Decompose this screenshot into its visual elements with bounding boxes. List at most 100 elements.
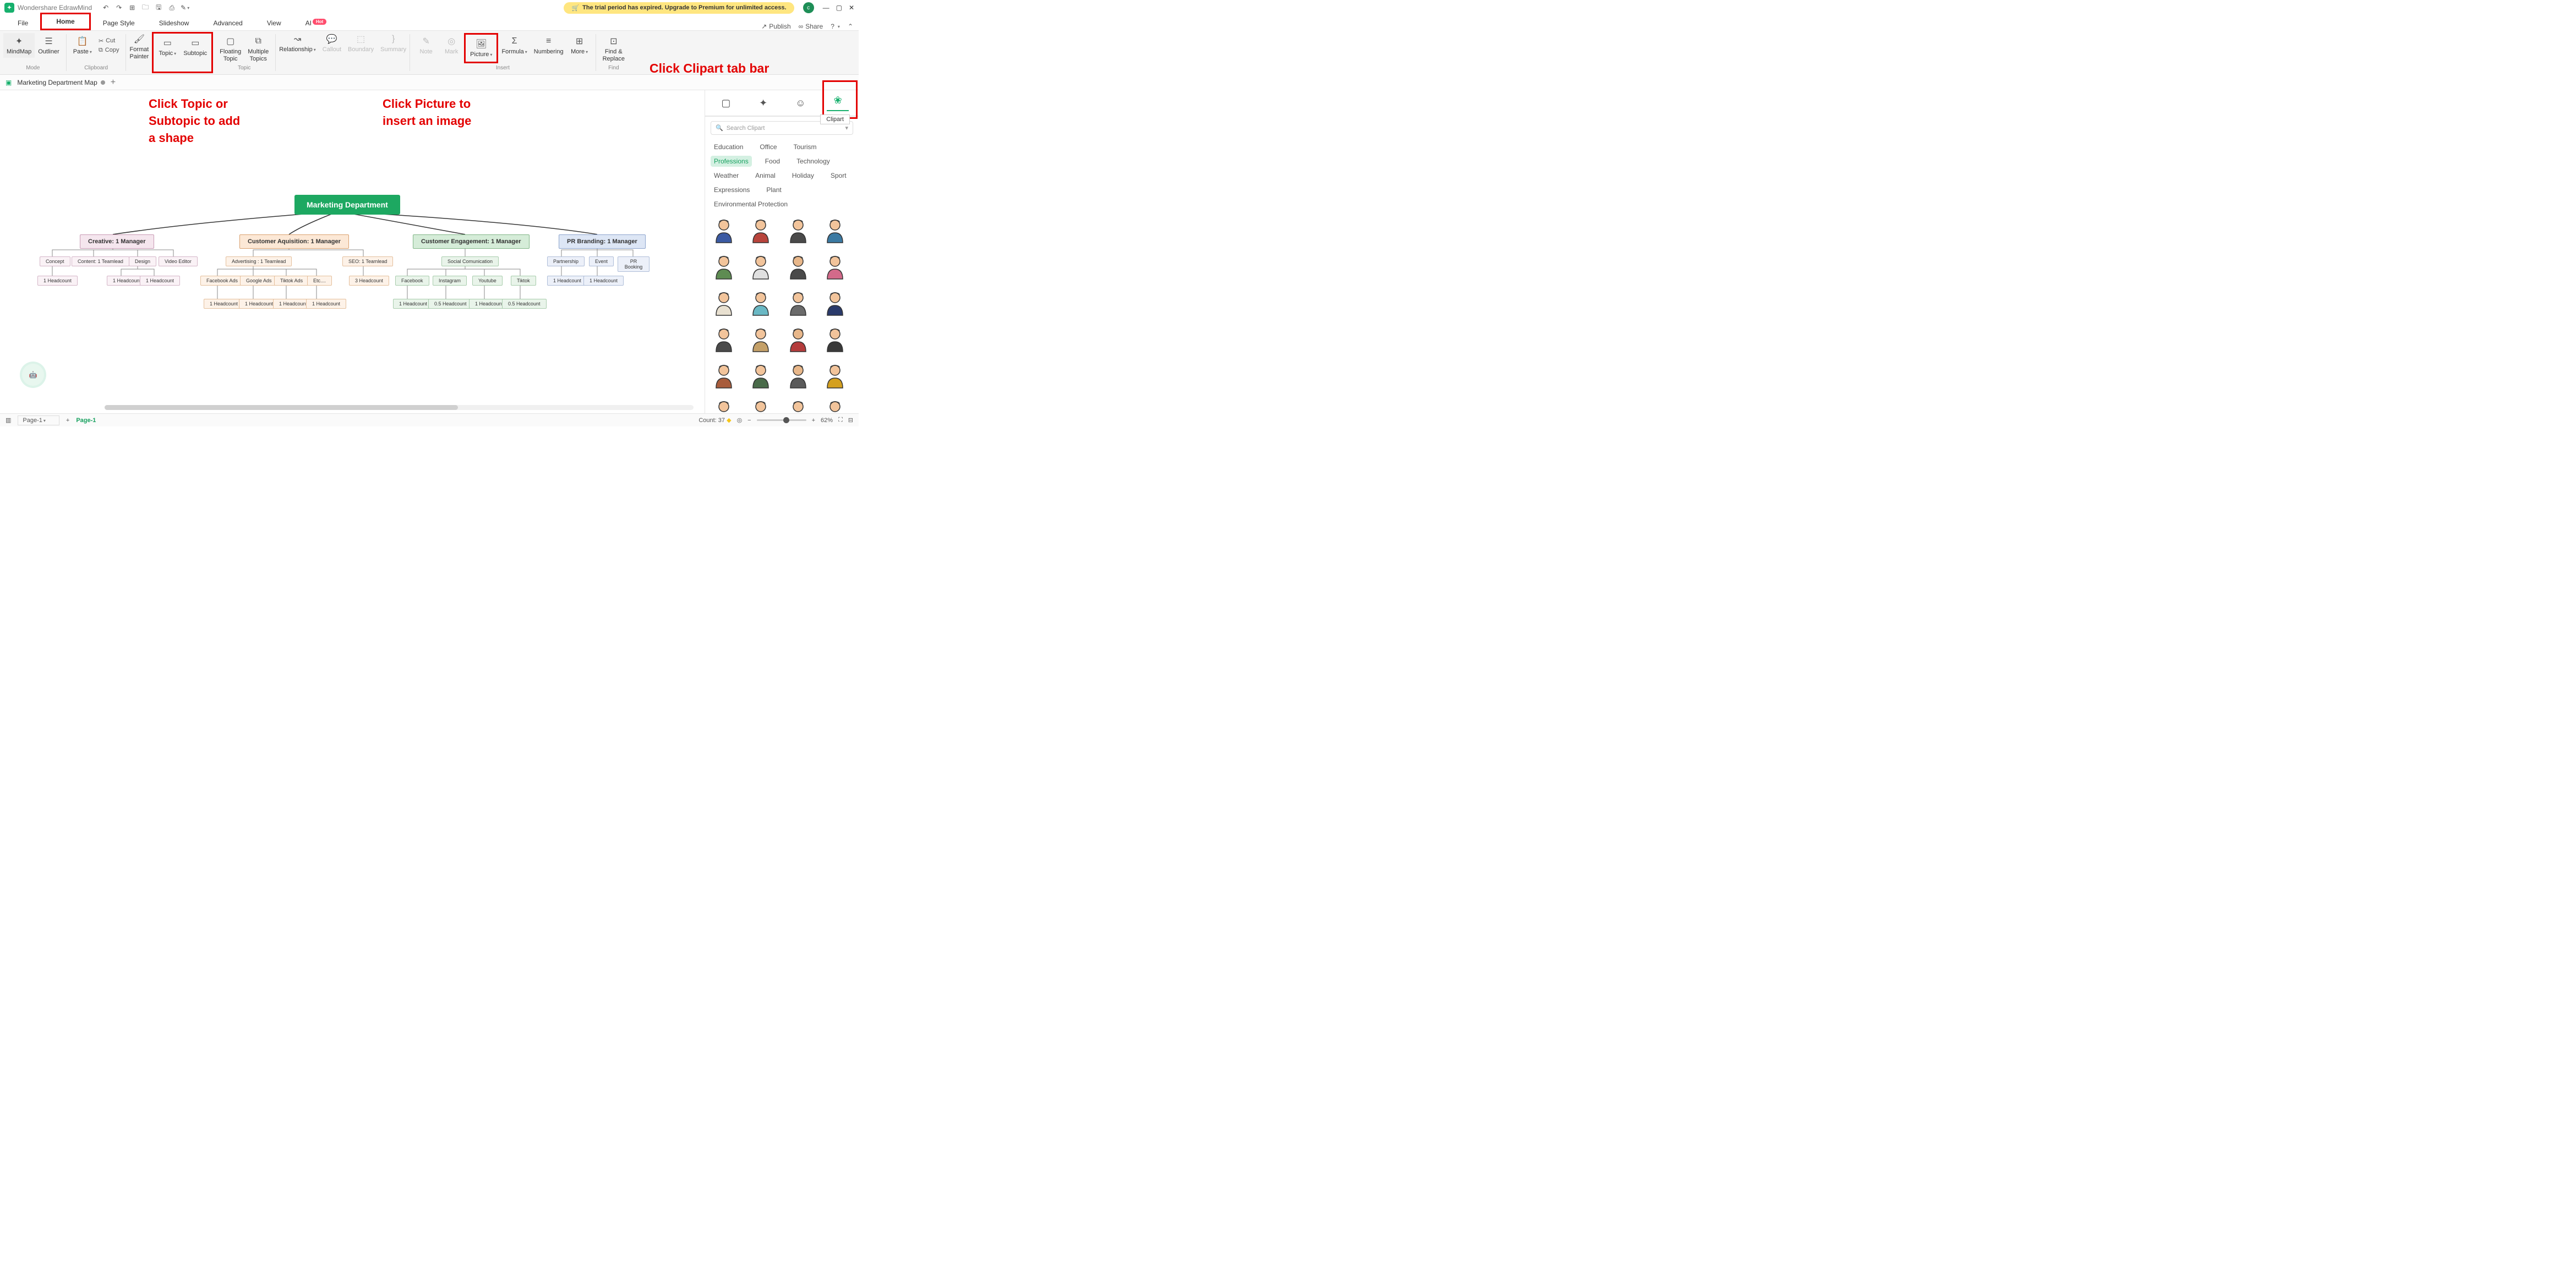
node-seo[interactable]: SEO: 1 Teamlead — [342, 256, 393, 266]
copy-button[interactable]: ⧉Copy — [95, 46, 123, 55]
save-icon[interactable]: 🖫 — [154, 3, 163, 13]
cat-tourism[interactable]: Tourism — [790, 141, 820, 152]
clipart-item[interactable] — [822, 290, 848, 316]
paste-button[interactable]: 📋Paste — [70, 33, 95, 58]
summary-button[interactable]: }Summary — [377, 31, 410, 74]
help-button[interactable]: ? — [831, 23, 840, 30]
page-tab[interactable]: Page-1 — [76, 417, 96, 424]
clipart-item[interactable] — [747, 363, 774, 389]
tab-style[interactable]: ▢ — [715, 95, 737, 111]
node-customer-acquisition[interactable]: Customer Aquisition: 1 Manager — [239, 234, 349, 249]
node-hc-event[interactable]: 1 Headcount — [583, 276, 624, 286]
add-tab-icon[interactable]: + — [111, 78, 116, 87]
clipart-item[interactable] — [785, 254, 811, 280]
recenter-icon[interactable]: ◎ — [737, 417, 743, 424]
zoom-knob[interactable] — [783, 417, 789, 423]
clipart-item[interactable] — [822, 217, 848, 244]
clipart-item[interactable] — [747, 217, 774, 244]
menu-advanced[interactable]: Advanced — [201, 16, 254, 30]
new-icon[interactable]: ⊞ — [127, 3, 137, 13]
root-node[interactable]: Marketing Department — [294, 195, 400, 215]
ai-assistant-button[interactable]: 🤖 — [22, 364, 44, 386]
collapse-ribbon-icon[interactable]: ⌃ — [848, 23, 853, 30]
menu-view[interactable]: View — [255, 16, 293, 30]
clipart-item[interactable] — [785, 290, 811, 316]
collapse-panel-icon[interactable]: ⊟ — [848, 417, 853, 424]
undo-icon[interactable]: ↶ — [101, 3, 111, 13]
node-hc-fb-en[interactable]: 1 Headcount — [393, 299, 433, 309]
formula-button[interactable]: ΣFormula — [498, 33, 530, 63]
node-hc-seo[interactable]: 3 Headcount — [349, 276, 389, 286]
node-hc-etc[interactable]: 1 Headcount — [306, 299, 346, 309]
menu-file[interactable]: File — [6, 16, 40, 30]
cat-weather[interactable]: Weather — [711, 170, 742, 181]
dropdown-icon[interactable]: ▾ — [845, 124, 848, 132]
avatar[interactable]: c — [803, 2, 814, 13]
clipart-item[interactable] — [711, 399, 737, 413]
node-google-ads[interactable]: Google Ads — [240, 276, 278, 286]
tab-theme[interactable]: ✦ — [752, 95, 774, 111]
node-tiktok-ads[interactable]: Tiktok Ads — [274, 276, 309, 286]
cat-professions[interactable]: Professions — [711, 156, 752, 167]
add-page-icon[interactable]: + — [66, 417, 69, 424]
node-hc-design-2[interactable]: 1 Headcount — [140, 276, 180, 286]
clipart-item[interactable] — [711, 217, 737, 244]
cat-env[interactable]: Environmental Protection — [711, 199, 791, 210]
clipart-item[interactable] — [747, 290, 774, 316]
node-hc-fb[interactable]: 1 Headcount — [204, 299, 244, 309]
node-hc-ig[interactable]: 0.5 Headcount — [428, 299, 473, 309]
open-icon[interactable]: 🗀 — [140, 3, 150, 13]
clipart-item[interactable] — [822, 363, 848, 389]
callout-button[interactable]: 💬Callout — [319, 31, 345, 74]
subtopic-button[interactable]: ▭Subtopic — [180, 35, 210, 70]
zoom-in-icon[interactable]: + — [812, 417, 815, 424]
clipart-item[interactable] — [785, 217, 811, 244]
redo-icon[interactable]: ↷ — [114, 3, 124, 13]
clipart-item[interactable] — [785, 363, 811, 389]
node-etc[interactable]: Etc.... — [307, 276, 332, 286]
multiple-topics-button[interactable]: ⧉Multiple Topics — [244, 33, 272, 65]
menu-slideshow[interactable]: Slideshow — [147, 16, 201, 30]
boundary-button[interactable]: ⬚Boundary — [345, 31, 377, 74]
cat-animal[interactable]: Animal — [752, 170, 779, 181]
canvas-scrollbar[interactable] — [105, 405, 694, 410]
mindmap-mode-button[interactable]: ✦MindMap — [3, 33, 35, 58]
node-creative[interactable]: Creative: 1 Manager — [80, 234, 154, 249]
node-design[interactable]: Design — [129, 256, 156, 266]
minimize-icon[interactable]: — — [823, 4, 829, 12]
clipart-item[interactable] — [785, 399, 811, 413]
zoom-slider[interactable] — [757, 419, 806, 421]
cat-technology[interactable]: Technology — [793, 156, 833, 167]
menu-page-style[interactable]: Page Style — [91, 16, 147, 30]
doc-tab[interactable]: Marketing Department Map — [17, 79, 105, 86]
node-hc-tt[interactable]: 0.5 Headcount — [502, 299, 547, 309]
tab-icon[interactable]: ☺ — [789, 95, 811, 111]
menu-home[interactable]: Home — [40, 13, 90, 30]
node-concept[interactable]: Concept — [40, 256, 70, 266]
node-facebook[interactable]: Facebook — [395, 276, 429, 286]
node-content[interactable]: Content: 1 Teamlead — [72, 256, 129, 266]
node-youtube[interactable]: Youtube — [472, 276, 503, 286]
page-select[interactable]: Page-1 — [18, 415, 59, 425]
cut-button[interactable]: ✂Cut — [95, 36, 123, 46]
more-insert-button[interactable]: ⊞More — [567, 33, 592, 63]
clipart-item[interactable] — [822, 399, 848, 413]
clipart-item[interactable] — [785, 326, 811, 353]
tab-clipart[interactable]: ❀ — [827, 95, 849, 111]
fullscreen-icon[interactable]: ⛶ — [838, 417, 843, 424]
share-button[interactable]: ∞Share — [799, 23, 823, 30]
cat-food[interactable]: Food — [762, 156, 783, 167]
node-tiktok[interactable]: Tiktok — [511, 276, 536, 286]
cat-office[interactable]: Office — [756, 141, 780, 152]
print-icon[interactable]: ⎙ — [167, 3, 177, 13]
node-social[interactable]: Social Comunication — [441, 256, 499, 266]
cat-sport[interactable]: Sport — [827, 170, 850, 181]
clipart-item[interactable] — [711, 290, 737, 316]
close-icon[interactable]: ✕ — [849, 4, 854, 12]
node-partnership[interactable]: Partnership — [547, 256, 585, 266]
node-advertising[interactable]: Advertising : 1 Teamlead — [226, 256, 292, 266]
publish-button[interactable]: ↗Publish — [761, 23, 790, 30]
node-pr-booking[interactable]: PR Booking — [618, 256, 650, 272]
node-customer-engagement[interactable]: Customer Engagement: 1 Manager — [413, 234, 530, 249]
relationship-button[interactable]: ↝Relationship — [276, 31, 319, 74]
